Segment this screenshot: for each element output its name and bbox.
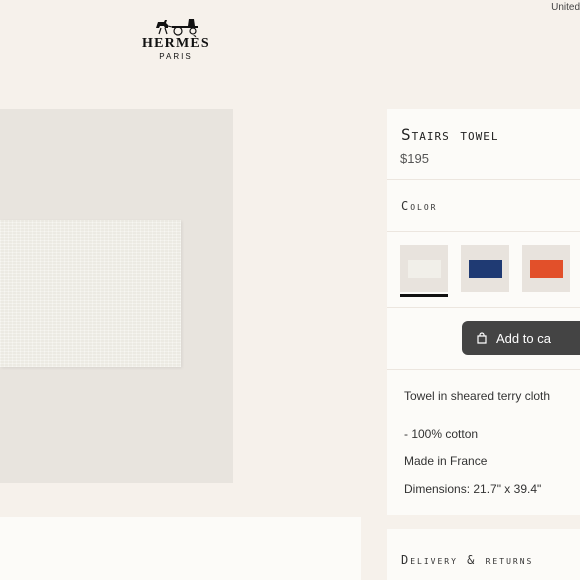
description-line: Made in France [404, 454, 488, 468]
description-line: Towel in sheared terry cloth [404, 389, 551, 403]
product-description-card: Towel in sheared terry cloth - 100% cott… [387, 369, 580, 515]
description-line: - 100% cotton [404, 427, 479, 441]
brand-logo[interactable]: HERMÈS PARIS [140, 16, 212, 62]
divider [387, 369, 580, 370]
add-to-cart-label: Add to ca [496, 330, 551, 346]
brand-subtitle: PARIS [159, 52, 193, 61]
swatch-blue[interactable] [461, 245, 509, 292]
selected-swatch-indicator [400, 294, 448, 297]
swatch-orange[interactable] [522, 245, 570, 292]
product-image-gallery[interactable] [0, 109, 233, 483]
divider [387, 307, 580, 308]
description-line: Dimensions: 21.7" x 39.4" [404, 482, 542, 496]
swatch-white[interactable] [400, 245, 448, 292]
product-price: $195 [400, 151, 429, 166]
swatch-chip [468, 259, 502, 278]
shopping-bag-icon [477, 332, 487, 344]
lower-content-card [0, 517, 361, 580]
brand-name: HERMÈS [142, 36, 210, 51]
towel-image [0, 220, 181, 367]
divider [387, 231, 580, 232]
add-to-cart-button[interactable]: Add to ca [462, 321, 580, 355]
horse-carriage-logo-icon [156, 19, 198, 36]
delivery-returns-label: Delivery & returns [401, 553, 534, 567]
delivery-returns-section[interactable]: Delivery & returns [387, 529, 580, 580]
color-label: Color [401, 199, 438, 213]
swatch-chip [407, 259, 441, 278]
divider [387, 179, 580, 180]
product-info-card: Stairs towel $195 Color Add to ca [387, 109, 580, 369]
product-title: Stairs towel [401, 125, 499, 144]
region-selector[interactable]: United [551, 2, 580, 13]
swatch-chip [529, 259, 563, 278]
